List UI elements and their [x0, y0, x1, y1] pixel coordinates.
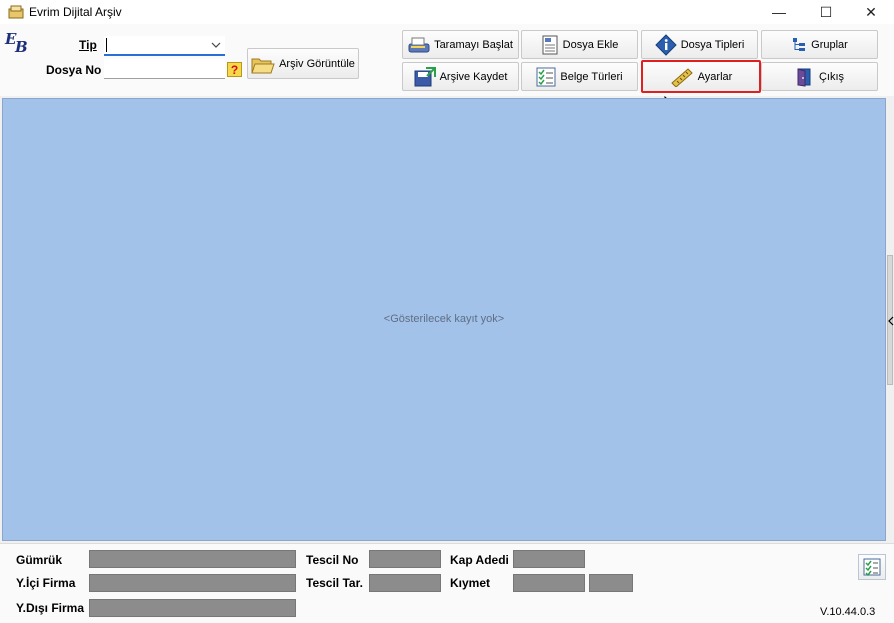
close-button[interactable]: ✕ [848, 0, 894, 24]
settings-button[interactable]: Ayarlar [641, 60, 761, 93]
archive-view-button[interactable]: Arşiv Görüntüle [247, 48, 359, 79]
help-icon[interactable]: ? [227, 62, 242, 77]
scanner-icon [408, 37, 430, 52]
save-icon [414, 66, 436, 86]
settings-label: Ayarlar [697, 70, 733, 83]
checklist-icon [536, 67, 556, 86]
svg-text:B: B [14, 38, 28, 54]
chevron-down-icon [211, 42, 221, 48]
kap-adedi-label: Kap Adedi [450, 553, 509, 567]
version-label: V.10.44.0.3 [820, 606, 876, 618]
groups-label: Gruplar [811, 38, 848, 51]
document-types-button[interactable]: Belge Türleri [521, 62, 638, 91]
tescil-no-label: Tescil No [306, 553, 359, 567]
document-list-button[interactable] [858, 554, 886, 580]
yici-firma-label: Y.İçi Firma [16, 576, 76, 590]
minimize-button[interactable]: — [756, 0, 802, 24]
app-icon [8, 5, 24, 19]
eb-logo-icon: E B [4, 30, 28, 54]
kiymet-label: Kıymet [450, 576, 491, 590]
maximize-button[interactable]: ☐ [803, 0, 849, 24]
archive-view-label: Arşiv Görüntüle [279, 57, 355, 70]
window-title: Evrim Dijital Arşiv [29, 5, 122, 19]
dosya-no-input[interactable] [104, 59, 225, 79]
tip-select[interactable] [104, 36, 225, 56]
records-grid[interactable]: <Gösterilecek kayıt yok> [2, 98, 886, 541]
checklist-icon [863, 558, 881, 576]
ruler-icon [670, 67, 693, 87]
details-panel: Gümrük Y.İçi Firma Y.Dışı Firma Tescil N… [0, 543, 894, 623]
tescil-tar-value [369, 574, 441, 592]
kap-adedi-value [513, 550, 585, 568]
tescil-no-value [369, 550, 441, 568]
start-scan-button[interactable]: Taramayı Başlat [402, 30, 519, 59]
document-icon [542, 35, 558, 54]
add-file-button[interactable]: Dosya Ekle [521, 30, 638, 59]
empty-grid-message: <Gösterilecek kayıt yok> [383, 313, 505, 325]
exit-label: Çıkış [818, 70, 845, 83]
file-types-label: Dosya Tipleri [680, 38, 745, 51]
collapse-arrow-icon [888, 316, 894, 326]
info-icon [654, 33, 677, 56]
groups-icon [793, 37, 806, 51]
dosya-no-label: Dosya No [46, 63, 102, 77]
side-panel-rail[interactable] [887, 98, 894, 541]
folder-open-icon [251, 58, 275, 73]
save-to-archive-label: Arşive Kaydet [439, 70, 508, 83]
save-to-archive-button[interactable]: Arşive Kaydet [402, 62, 519, 91]
ydisi-firma-label: Y.Dışı Firma [16, 601, 85, 615]
toolbar: E B Tip Dosya No ? Arşiv Görüntüle Taram… [0, 24, 894, 114]
gumruk-value [89, 550, 296, 568]
ydisi-firma-value [89, 599, 296, 617]
start-scan-label: Taramayı Başlat [434, 38, 513, 51]
title-bar: Evrim Dijital Arşiv — ☐ ✕ [0, 0, 894, 24]
kiymet-currency-value [589, 574, 633, 592]
groups-button[interactable]: Gruplar [761, 30, 878, 59]
document-types-label: Belge Türleri [560, 70, 623, 83]
yici-firma-value [89, 574, 296, 592]
tip-label: Tip [79, 38, 97, 52]
kiymet-value [513, 574, 585, 592]
file-types-button[interactable]: Dosya Tipleri [641, 30, 758, 59]
add-file-label: Dosya Ekle [562, 38, 619, 51]
text-cursor [106, 38, 107, 52]
tescil-tar-label: Tescil Tar. [306, 576, 363, 590]
exit-door-icon [797, 67, 811, 87]
exit-button[interactable]: Çıkış [761, 62, 878, 91]
gumruk-label: Gümrük [16, 553, 63, 567]
